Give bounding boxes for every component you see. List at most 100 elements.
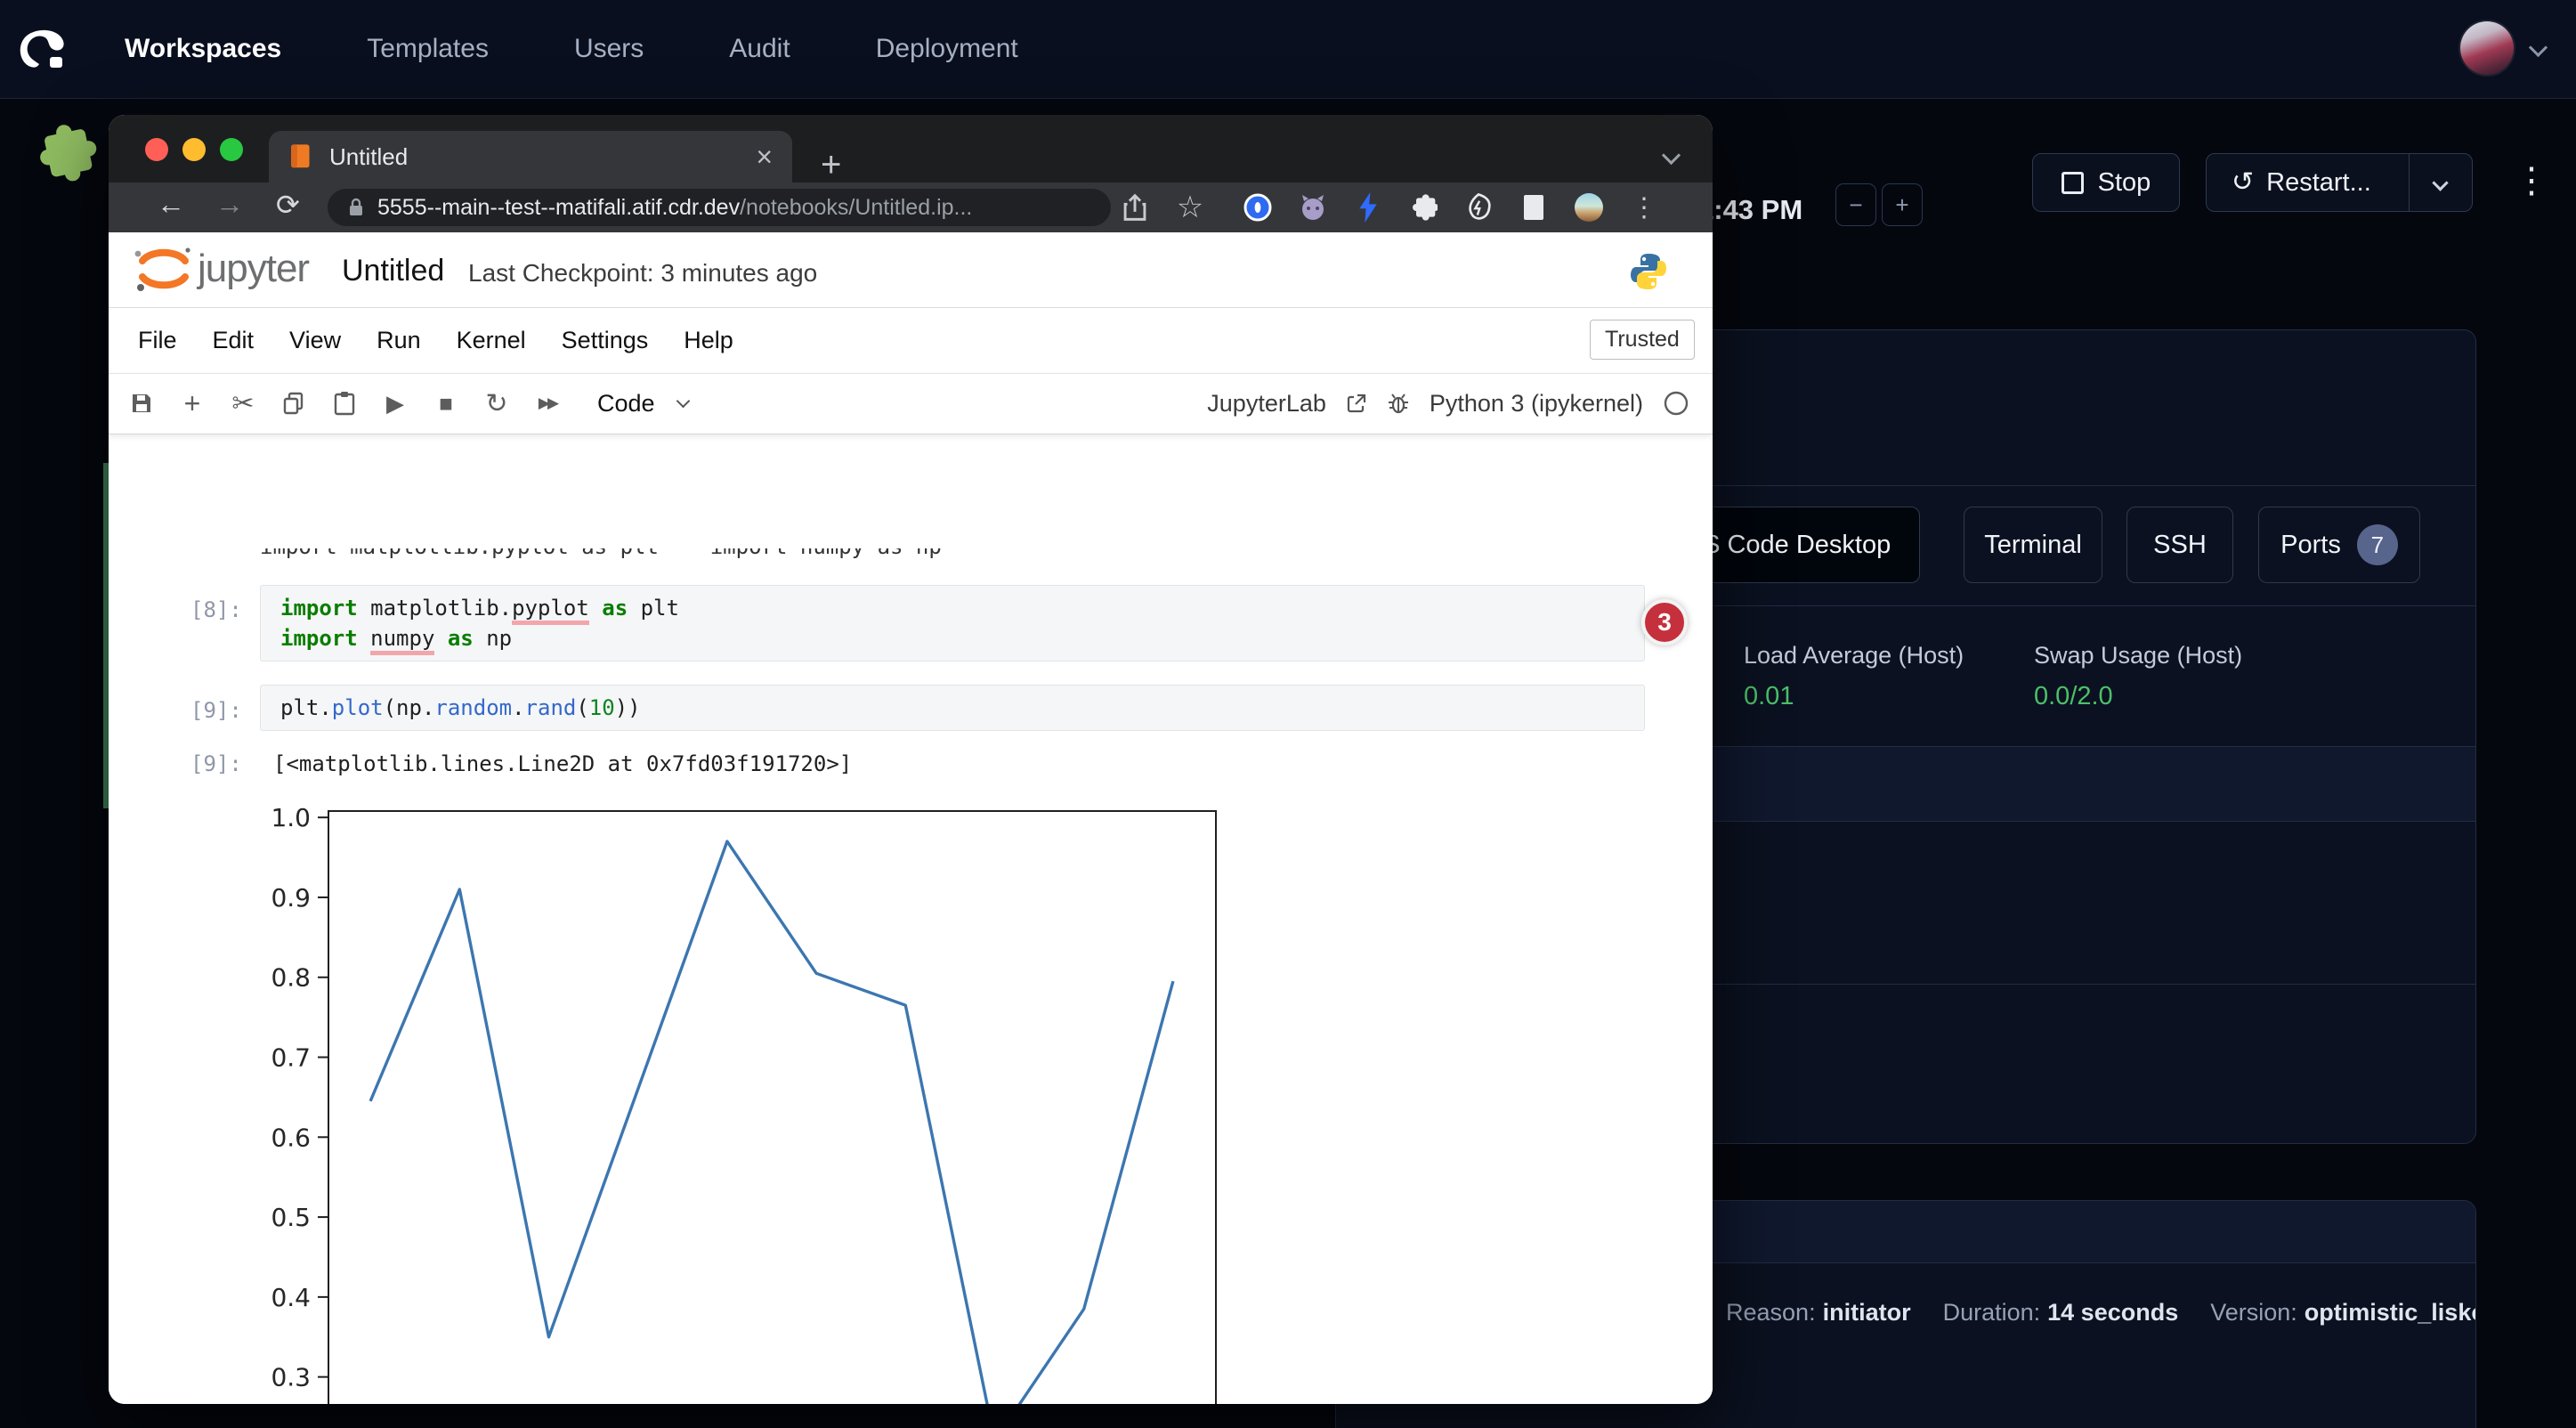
insert-icon[interactable]: + bbox=[179, 387, 206, 420]
share-icon[interactable] bbox=[1118, 190, 1152, 225]
reader-icon[interactable] bbox=[1517, 190, 1551, 225]
onepassword-icon[interactable] bbox=[1241, 190, 1275, 225]
address-bar[interactable]: 5555--main--test--matifali.atif.cdr.dev/… bbox=[328, 189, 1111, 226]
code-token: plt bbox=[628, 596, 679, 621]
back-button[interactable]: ← bbox=[157, 188, 185, 221]
nav-item-deployment[interactable]: Deployment bbox=[876, 34, 1018, 64]
chevron-down-icon bbox=[2433, 174, 2449, 191]
tab-close-icon[interactable]: × bbox=[756, 142, 773, 171]
user-menu-chevron-icon[interactable] bbox=[2529, 38, 2548, 57]
code-cell-9[interactable]: plt.plot(np.random.rand(10)) bbox=[260, 685, 1645, 731]
cell8-prompt: [8]: bbox=[190, 597, 242, 622]
code-token: 10 bbox=[589, 695, 615, 720]
nav-item-templates[interactable]: Templates bbox=[367, 34, 489, 64]
cell9-prompt: [9]: bbox=[190, 698, 242, 723]
code-token: import bbox=[280, 626, 358, 651]
lock-icon bbox=[347, 197, 365, 218]
nav-item-users[interactable]: Users bbox=[574, 34, 644, 64]
app-label: VS Code Desktop bbox=[1686, 531, 1891, 560]
menu-kernel[interactable]: Kernel bbox=[457, 327, 526, 354]
new-tab-button[interactable]: + bbox=[821, 147, 841, 183]
svg-text:0.9: 0.9 bbox=[271, 883, 311, 913]
restart-workspace-button[interactable]: ↺ Restart... bbox=[2206, 153, 2473, 212]
ports-count-badge: 7 bbox=[2357, 524, 2398, 565]
last-checkpoint: Last Checkpoint: 3 minutes ago bbox=[468, 259, 817, 288]
code-token: random bbox=[434, 695, 512, 720]
window-close-button[interactable] bbox=[145, 138, 168, 161]
url-path: /notebooks/Untitled.ip... bbox=[740, 195, 972, 221]
menu-edit[interactable]: Edit bbox=[213, 327, 255, 354]
copy-icon[interactable] bbox=[280, 392, 307, 415]
jupyter-logo-icon bbox=[130, 241, 194, 298]
menu-run[interactable]: Run bbox=[377, 327, 421, 354]
app-button-ports[interactable]: Ports7 bbox=[2258, 507, 2420, 583]
zoom-in-button[interactable]: + bbox=[1882, 183, 1923, 226]
nav-item-workspaces[interactable]: Workspaces bbox=[125, 34, 281, 64]
build-field: Version:optimistic_liskov9 bbox=[2210, 1299, 2476, 1327]
jupyterlab-link[interactable]: JupyterLab bbox=[1207, 390, 1326, 418]
browser-window: Untitled × + ← → ⟳ 5555--main--test--mat… bbox=[109, 115, 1713, 1404]
tab-search-chevron-icon[interactable] bbox=[1662, 146, 1681, 165]
notebook-title[interactable]: Untitled bbox=[342, 254, 444, 288]
svg-text:0.8: 0.8 bbox=[271, 963, 311, 993]
window-minimize-button[interactable] bbox=[182, 138, 206, 161]
jupyter-brand: jupyter bbox=[198, 247, 309, 291]
code-cell-8[interactable]: import matplotlib.pyplot as pltimport nu… bbox=[260, 585, 1645, 661]
app-label: Terminal bbox=[1984, 531, 2082, 560]
code-token bbox=[358, 626, 370, 651]
nav-item-audit[interactable]: Audit bbox=[729, 34, 790, 64]
cut-icon[interactable]: ✂ bbox=[230, 388, 256, 419]
svg-text:0.7: 0.7 bbox=[271, 1043, 311, 1073]
menu-file[interactable]: File bbox=[138, 327, 177, 354]
stat-0: Load Average (Host)0.01 bbox=[1744, 642, 1964, 711]
code-token: )) bbox=[615, 695, 641, 720]
user-avatar[interactable] bbox=[2460, 21, 2514, 75]
run-icon[interactable]: ▶ bbox=[382, 390, 409, 418]
menu-settings[interactable]: Settings bbox=[562, 327, 649, 354]
code-token: pyplot bbox=[512, 596, 589, 625]
jupyter-toolbar: + ✂ ▶ ■ ↻ ▶▶ Code JupyterLab Python 3 (ipykern… bbox=[109, 373, 1713, 434]
trusted-button[interactable]: Trusted bbox=[1590, 320, 1695, 360]
restart-run-all-icon[interactable]: ▶▶ bbox=[534, 394, 561, 412]
svg-text:0.6: 0.6 bbox=[271, 1123, 311, 1152]
leaf-icon[interactable] bbox=[1462, 190, 1495, 225]
kebab-icon[interactable]: ⋮ bbox=[1627, 190, 1661, 225]
cell-type-value: Code bbox=[597, 390, 655, 418]
app-button-ssh[interactable]: SSH bbox=[2126, 507, 2233, 583]
svg-text:0.3: 0.3 bbox=[271, 1363, 311, 1392]
stop-workspace-button[interactable]: Stop bbox=[2032, 153, 2180, 212]
zoom-out-button[interactable]: − bbox=[1835, 183, 1876, 226]
code-token: import bbox=[280, 596, 358, 621]
restart-icon[interactable]: ↻ bbox=[483, 388, 510, 419]
profile-icon[interactable] bbox=[1572, 190, 1606, 225]
save-icon[interactable] bbox=[128, 392, 155, 415]
coder-logo-icon[interactable] bbox=[14, 21, 69, 77]
paste-icon[interactable] bbox=[331, 391, 358, 416]
bookmark-star-icon[interactable]: ☆ bbox=[1173, 190, 1207, 225]
forward-button[interactable]: → bbox=[215, 188, 244, 221]
workspace-menu-button[interactable]: ⋮ bbox=[2514, 151, 2549, 210]
kernel-name[interactable]: Python 3 (ipykernel) bbox=[1430, 390, 1643, 418]
bolt-icon[interactable] bbox=[1351, 190, 1385, 225]
stop-icon[interactable]: ■ bbox=[433, 390, 459, 418]
code-token: ( bbox=[576, 695, 588, 720]
debugger-bug-icon[interactable] bbox=[1387, 392, 1410, 415]
cell-type-dropdown[interactable]: Code bbox=[597, 390, 688, 418]
code-line: import numpy as np bbox=[280, 623, 1644, 653]
svg-text:0.5: 0.5 bbox=[271, 1203, 311, 1232]
restart-main[interactable]: ↺ Restart... bbox=[2207, 168, 2409, 198]
restart-options-button[interactable] bbox=[2409, 154, 2473, 211]
menu-help[interactable]: Help bbox=[684, 327, 733, 354]
reload-button[interactable]: ⟳ bbox=[276, 188, 300, 222]
github-icon[interactable] bbox=[1296, 190, 1330, 225]
app-button-terminal[interactable]: Terminal bbox=[1964, 507, 2102, 583]
app-label: SSH bbox=[2153, 531, 2207, 560]
puzzle-piece-icon bbox=[20, 116, 108, 192]
puzzle-icon[interactable] bbox=[1406, 190, 1440, 225]
window-maximize-button[interactable] bbox=[220, 138, 243, 161]
svg-text:0.4: 0.4 bbox=[271, 1283, 311, 1312]
menu-view[interactable]: View bbox=[289, 327, 341, 354]
external-link-icon[interactable] bbox=[1346, 393, 1367, 414]
stat-value: 0.01 bbox=[1744, 682, 1964, 711]
browser-tab[interactable]: Untitled × bbox=[269, 131, 792, 183]
